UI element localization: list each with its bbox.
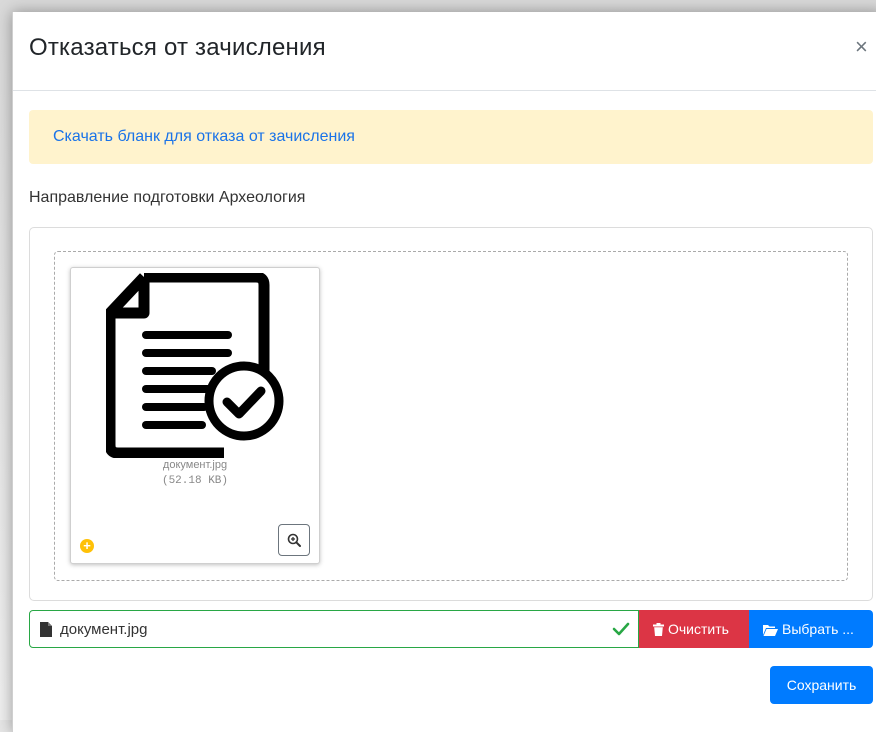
clear-button[interactable]: Очистить bbox=[639, 610, 749, 648]
direction-label: Направление подготовки Археология bbox=[29, 189, 306, 206]
thumbnail-file-size: (52.18 KB) bbox=[161, 475, 228, 487]
file-drop-zone[interactable]: документ.jpg (52.18 KB) + bbox=[54, 251, 848, 581]
zoom-button[interactable] bbox=[278, 524, 310, 556]
file-preview-panel: документ.jpg (52.18 KB) + bbox=[29, 227, 873, 601]
download-alert: Скачать бланк для отказа от зачисления bbox=[29, 110, 873, 164]
trash-icon bbox=[653, 623, 664, 636]
download-form-link[interactable]: Скачать бланк для отказа от зачисления bbox=[53, 128, 355, 146]
checkmark-icon bbox=[612, 622, 630, 636]
modal-title: Отказаться от зачисления bbox=[29, 34, 326, 61]
folder-open-icon bbox=[763, 625, 778, 636]
file-caption-field[interactable]: документ.jpg bbox=[29, 610, 639, 648]
file-icon bbox=[40, 622, 52, 637]
caption-file-name: документ.jpg bbox=[60, 621, 148, 638]
file-thumbnail: документ.jpg (52.18 KB) + bbox=[70, 267, 320, 564]
refuse-enrollment-modal: Отказаться от зачисления × Скачать бланк… bbox=[12, 12, 876, 732]
plus-circle-icon: + bbox=[80, 539, 94, 553]
document-check-icon bbox=[106, 273, 284, 458]
save-button[interactable]: Сохранить bbox=[770, 666, 873, 704]
file-input-group: документ.jpg Очистить Выбрать ... bbox=[29, 610, 873, 648]
modal-header: Отказаться от зачисления × bbox=[13, 12, 876, 91]
thumbnail-file-name: документ.jpg bbox=[162, 459, 228, 471]
close-button[interactable]: × bbox=[855, 36, 868, 58]
browse-button[interactable]: Выбрать ... bbox=[749, 610, 873, 648]
browse-button-label: Выбрать ... bbox=[782, 621, 854, 637]
zoom-in-icon bbox=[287, 533, 301, 547]
clear-button-label: Очистить bbox=[668, 621, 729, 637]
